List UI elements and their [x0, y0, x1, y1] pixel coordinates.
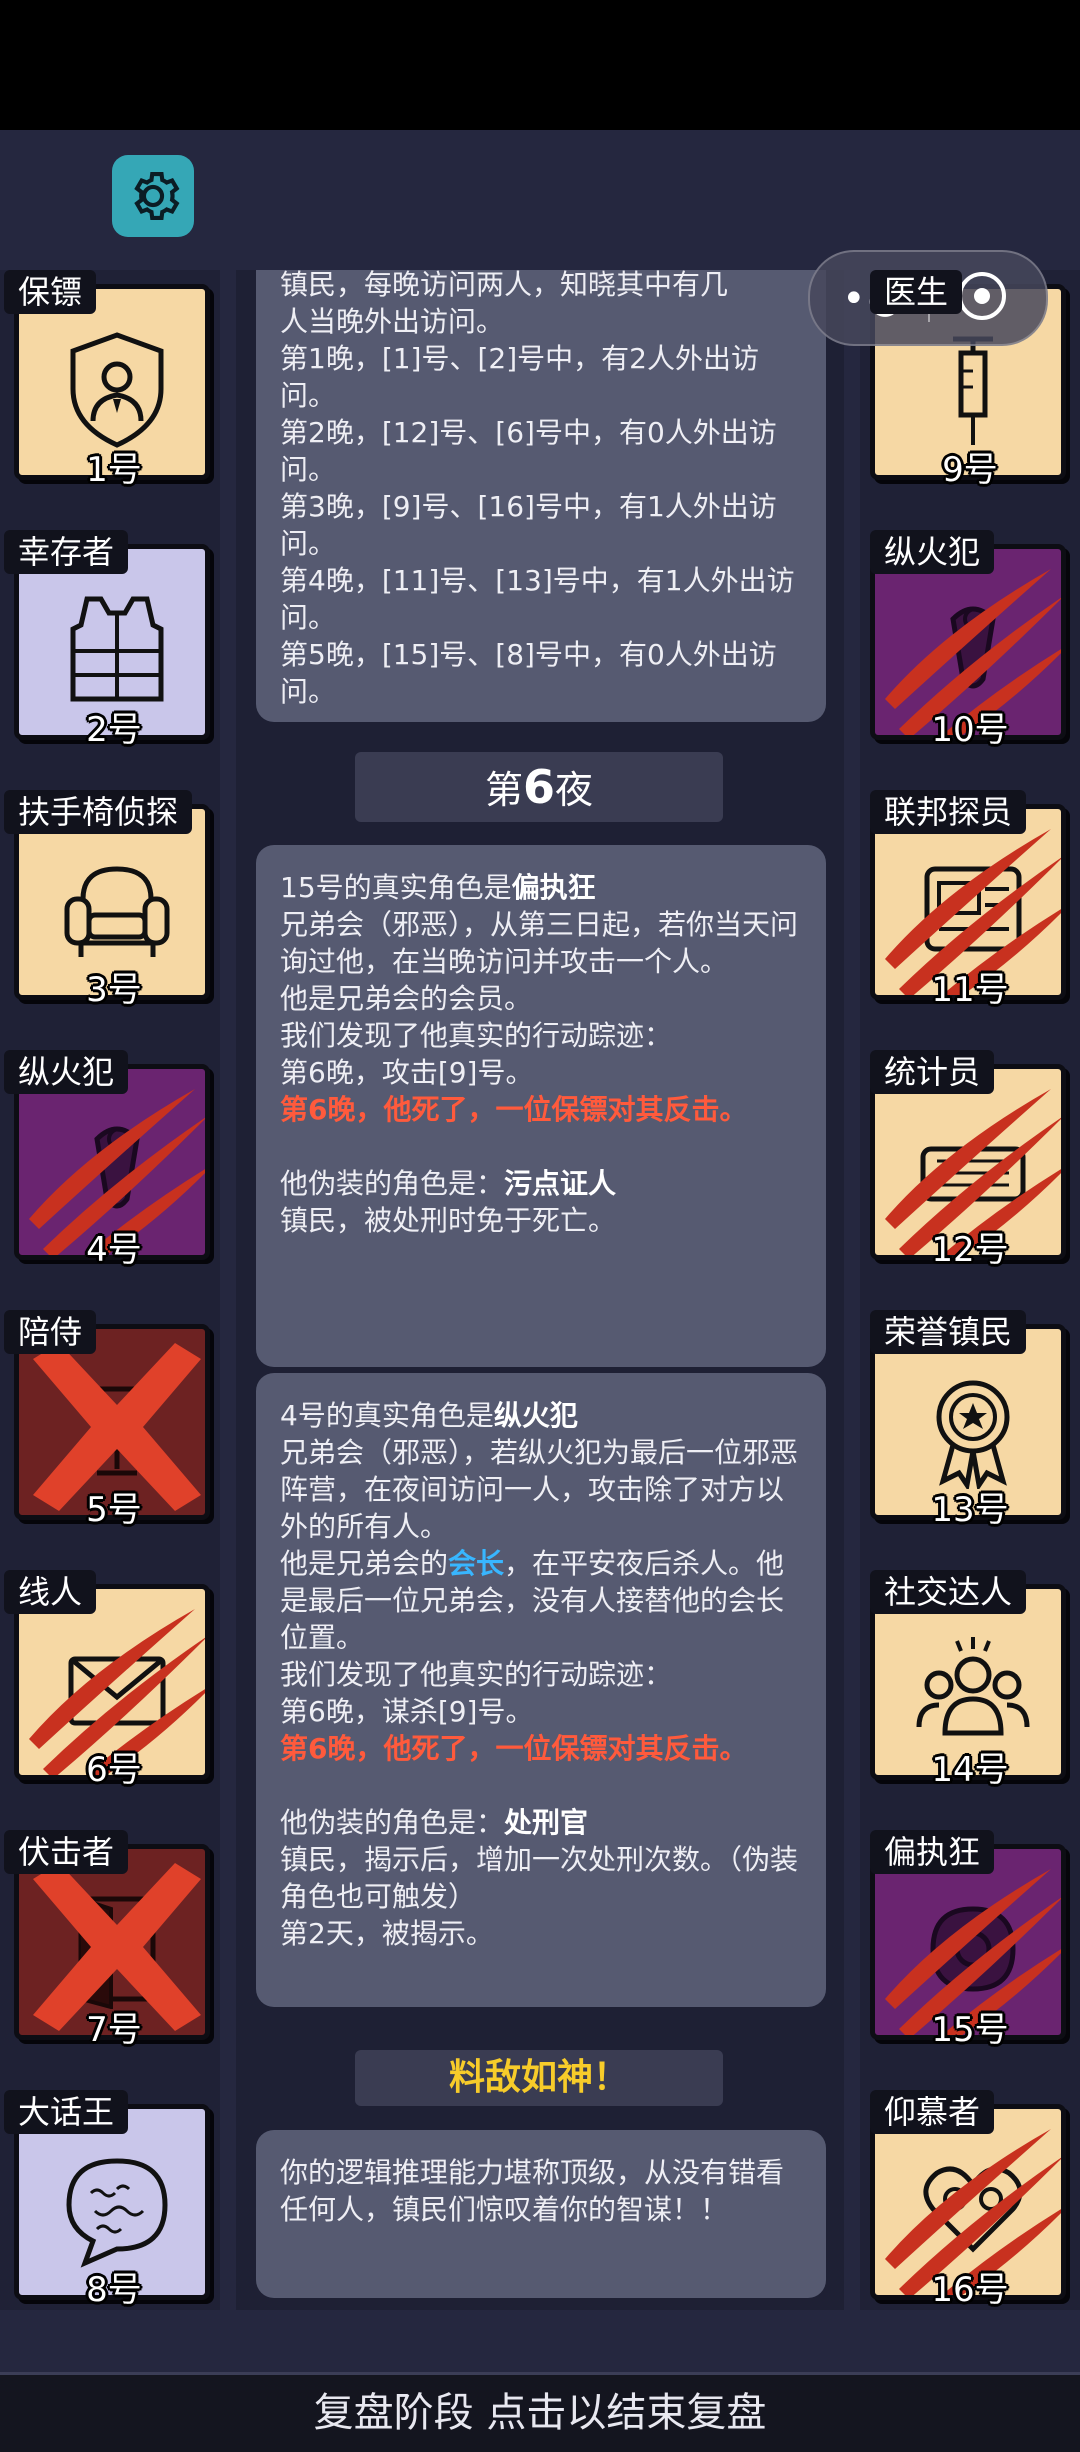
disguise-role: 污点证人 [504, 1167, 617, 1200]
player-card[interactable]: 社交达人 14号 [860, 1570, 1070, 1790]
player-number: 2号 [86, 710, 142, 750]
role-name-tag: 大话王 [4, 2090, 129, 2134]
player-card[interactable]: 陪侍 5号 [4, 1310, 214, 1530]
player-card[interactable]: 仰慕者 16号 [860, 2090, 1070, 2310]
log-text: 第6晚，攻击[9]号。 [280, 1056, 534, 1089]
player-number: 8号 [86, 2270, 142, 2310]
player-number: 1号 [86, 450, 142, 490]
player-card[interactable]: 荣誉镇民 13号 [860, 1310, 1070, 1530]
log-text: 第6晚，谋杀[9]号。 [280, 1695, 534, 1728]
speech-bubble-icon [66, 2158, 168, 2268]
night-label: 第 [484, 768, 523, 812]
syringe-icon [953, 336, 993, 445]
night-header: 第6夜 [355, 752, 723, 822]
role-name-tag: 伏击者 [4, 1830, 129, 1874]
log-text: 他是兄弟会的 [280, 1547, 449, 1580]
medal-icon [936, 1380, 1010, 1489]
player-number: 11号 [931, 970, 1009, 1010]
log-text: 他伪装的角色是： [280, 1167, 505, 1200]
log-text: 镇民，每晚访问两人，知晓其中有几 [280, 270, 729, 301]
log-text: 他伪装的角色是： [280, 1806, 505, 1839]
player-number: 13号 [931, 1490, 1009, 1530]
armchair-icon [64, 866, 170, 957]
role-name-tag: 幸存者 [4, 530, 129, 574]
gear-icon [134, 171, 180, 221]
disguise-role: 处刑官 [504, 1806, 589, 1839]
player-card[interactable]: 幸存者 2号 [4, 530, 214, 750]
log-text: 4号的真实角色是 [280, 1399, 494, 1432]
log-text: 兄弟会（邪恶），若纵火犯为最后一位邪恶阵营，在夜间访问一人，攻击除了对方以外的所… [280, 1436, 799, 1543]
log-text: 第1晚，[1]号、[2]号中，有2人外出访问。 [280, 342, 759, 412]
role-name-tag: 保镖 [4, 270, 97, 314]
rank-highlight: 会长 [448, 1547, 505, 1580]
true-role: 纵火犯 [493, 1399, 578, 1432]
death-notice: 第6晚，他死了，一位保镖对其反击。 [280, 1093, 748, 1126]
vest-icon [70, 596, 164, 702]
player-card[interactable]: 纵火犯 4号 [4, 1050, 214, 1270]
player-number: 9号 [942, 450, 998, 490]
role-name-tag: 联邦探员 [870, 790, 1027, 834]
player-card[interactable]: 扶手椅侦探 3号 [4, 790, 214, 1010]
player-card[interactable]: 统计员 12号 [860, 1050, 1070, 1270]
end-replay-button[interactable]: 复盘阶段 点击以结束复盘 [0, 2372, 1080, 2452]
player-card[interactable]: 大话王 8号 [4, 2090, 214, 2310]
log-message-detective: 镇民，每晚访问两人，知晓其中有几 人当晚外出访问。 第1晚，[1]号、[2]号中… [256, 270, 826, 722]
player-number: 12号 [931, 1230, 1009, 1270]
log-message-final: 你的逻辑推理能力堪称顶级，从没有错看任何人，镇民们惊叹着你的智谋！！ [256, 2130, 826, 2298]
role-name-tag: 荣誉镇民 [870, 1310, 1027, 1354]
log-message-paranoid: 15号的真实角色是偏执狂 兄弟会（邪恶），从第三日起，若你当天问询过他，在当晚访… [256, 845, 826, 1367]
log-text: 镇民，揭示后，增加一次处刑次数。（伪装角色也可触发） [280, 1843, 799, 1913]
player-number: 16号 [931, 2270, 1009, 2310]
log-text: 15号的真实角色是 [280, 871, 512, 904]
replay-log[interactable]: 镇民，每晚访问两人，知晓其中有几 人当晚外出访问。 第1晚，[1]号、[2]号中… [236, 270, 844, 2310]
player-card[interactable]: 联邦探员 11号 [860, 790, 1070, 1010]
player-number: 15号 [931, 2010, 1009, 2050]
log-text: 第2天，被揭示。 [280, 1917, 494, 1950]
role-name-tag: 医生 [870, 270, 963, 314]
log-text: 第5晚，[15]号、[8]号中，有0人外出访问。 [280, 638, 777, 708]
log-text: 我们发现了他真实的行动踪迹： [280, 1658, 673, 1691]
log-text: 第2晚，[12]号、[6]号中，有0人外出访问。 [280, 416, 777, 486]
player-card[interactable]: 纵火犯 10号 [860, 530, 1070, 750]
role-name-tag: 社交达人 [870, 1570, 1027, 1614]
role-name-tag: 仰慕者 [870, 2090, 995, 2134]
role-name-tag: 纵火犯 [870, 530, 995, 574]
close-target-icon[interactable] [958, 272, 1006, 320]
settings-button[interactable] [112, 155, 194, 237]
bodyguard-icon [70, 332, 164, 448]
log-message-arsonist: 4号的真实角色是纵火犯 兄弟会（邪恶），若纵火犯为最后一位邪恶阵营，在夜间访问一… [256, 1373, 826, 2007]
player-number: 7号 [86, 2010, 142, 2050]
player-number: 6号 [86, 1750, 142, 1790]
death-notice: 第6晚，他死了，一位保镖对其反击。 [280, 1732, 748, 1765]
player-card[interactable]: 伏击者 7号 [4, 1830, 214, 2050]
night-label: 夜 [555, 768, 594, 812]
log-text: 兄弟会（邪恶），从第三日起，若你当天问询过他，在当晚访问并攻击一个人。 [280, 908, 799, 978]
log-text: 你的逻辑推理能力堪称顶级，从没有错看任何人，镇民们惊叹着你的智谋！！ [280, 2156, 785, 2226]
night-number: 6 [522, 760, 555, 814]
role-name-tag: 扶手椅侦探 [4, 790, 193, 834]
player-card[interactable]: 偏执狂 15号 [860, 1830, 1070, 2050]
player-number: 5号 [86, 1490, 142, 1530]
log-text: 镇民，被处刑时免于死亡。 [280, 1204, 617, 1237]
role-name-tag: 偏执狂 [870, 1830, 995, 1874]
log-text: 人当晚外出访问。 [280, 305, 505, 338]
log-text: 第4晚，[11]号、[13]号中，有1人外出访问。 [280, 564, 795, 634]
role-name-tag: 统计员 [870, 1050, 995, 1094]
result-banner: 料敌如神！ [355, 2050, 723, 2106]
true-role: 偏执狂 [511, 871, 596, 904]
role-name-tag: 线人 [4, 1570, 97, 1614]
player-number: 14号 [931, 1750, 1009, 1790]
player-number: 3号 [86, 970, 142, 1010]
crowd-icon [916, 1637, 1030, 1736]
log-text: 我们发现了他真实的行动踪迹： [280, 1019, 673, 1052]
log-text: 第3晚，[9]号、[16]号中，有1人外出访问。 [280, 490, 777, 560]
player-number: 10号 [931, 710, 1009, 750]
player-card[interactable]: 保镖 1号 [4, 270, 214, 490]
role-name-tag: 纵火犯 [4, 1050, 129, 1094]
player-number: 4号 [86, 1230, 142, 1270]
status-bar-area [0, 0, 1080, 130]
log-text: 他是兄弟会的会员。 [280, 982, 533, 1015]
player-card[interactable]: 线人 6号 [4, 1570, 214, 1790]
role-name-tag: 陪侍 [4, 1310, 97, 1354]
